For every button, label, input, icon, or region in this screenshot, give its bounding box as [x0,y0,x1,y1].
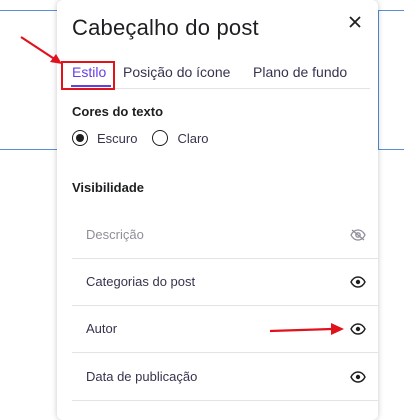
eye-icon[interactable] [350,370,366,383]
tab-plano-de-fundo[interactable]: Plano de fundo [253,64,347,80]
visibility-item-label: Autor [86,321,118,336]
visibility-item-label: Descrição [86,227,144,242]
radio-escuro[interactable] [72,130,88,146]
annotation-arrow-tab [20,36,62,64]
close-button[interactable] [344,11,366,33]
tab-posicao-do-icone[interactable]: Posição do ícone [123,64,230,80]
background-block-outline [0,10,58,150]
visibility-item-label: Data de publicação [86,369,198,384]
visibility-item-descricao: Descrição [72,211,378,259]
radio-escuro-label: Escuro [97,130,138,146]
annotation-arrow-autor [269,323,344,335]
radio-claro[interactable] [152,130,169,146]
radio-claro-label: Claro [177,130,209,146]
close-icon [349,16,361,28]
background-block-outline-right [378,10,404,150]
eye-icon[interactable] [350,275,366,288]
visibility-item-categorias: Categorias do post [72,258,378,306]
eye-icon[interactable] [350,322,366,335]
post-header-settings-dialog: Cabeçalho do post Estilo Posição do ícon… [57,0,378,420]
dialog-title: Cabeçalho do post [72,15,259,40]
visibility-heading: Visibilidade [72,180,145,195]
annotation-highlight-box [61,61,115,90]
text-colors-heading: Cores do texto [72,104,164,119]
visibility-item-data-de-publicacao: Data de publicação [72,353,378,401]
visibility-item-label: Categorias do post [86,274,196,289]
eye-off-icon[interactable] [350,228,366,241]
text-color-options: Escuro Claro [72,130,224,146]
